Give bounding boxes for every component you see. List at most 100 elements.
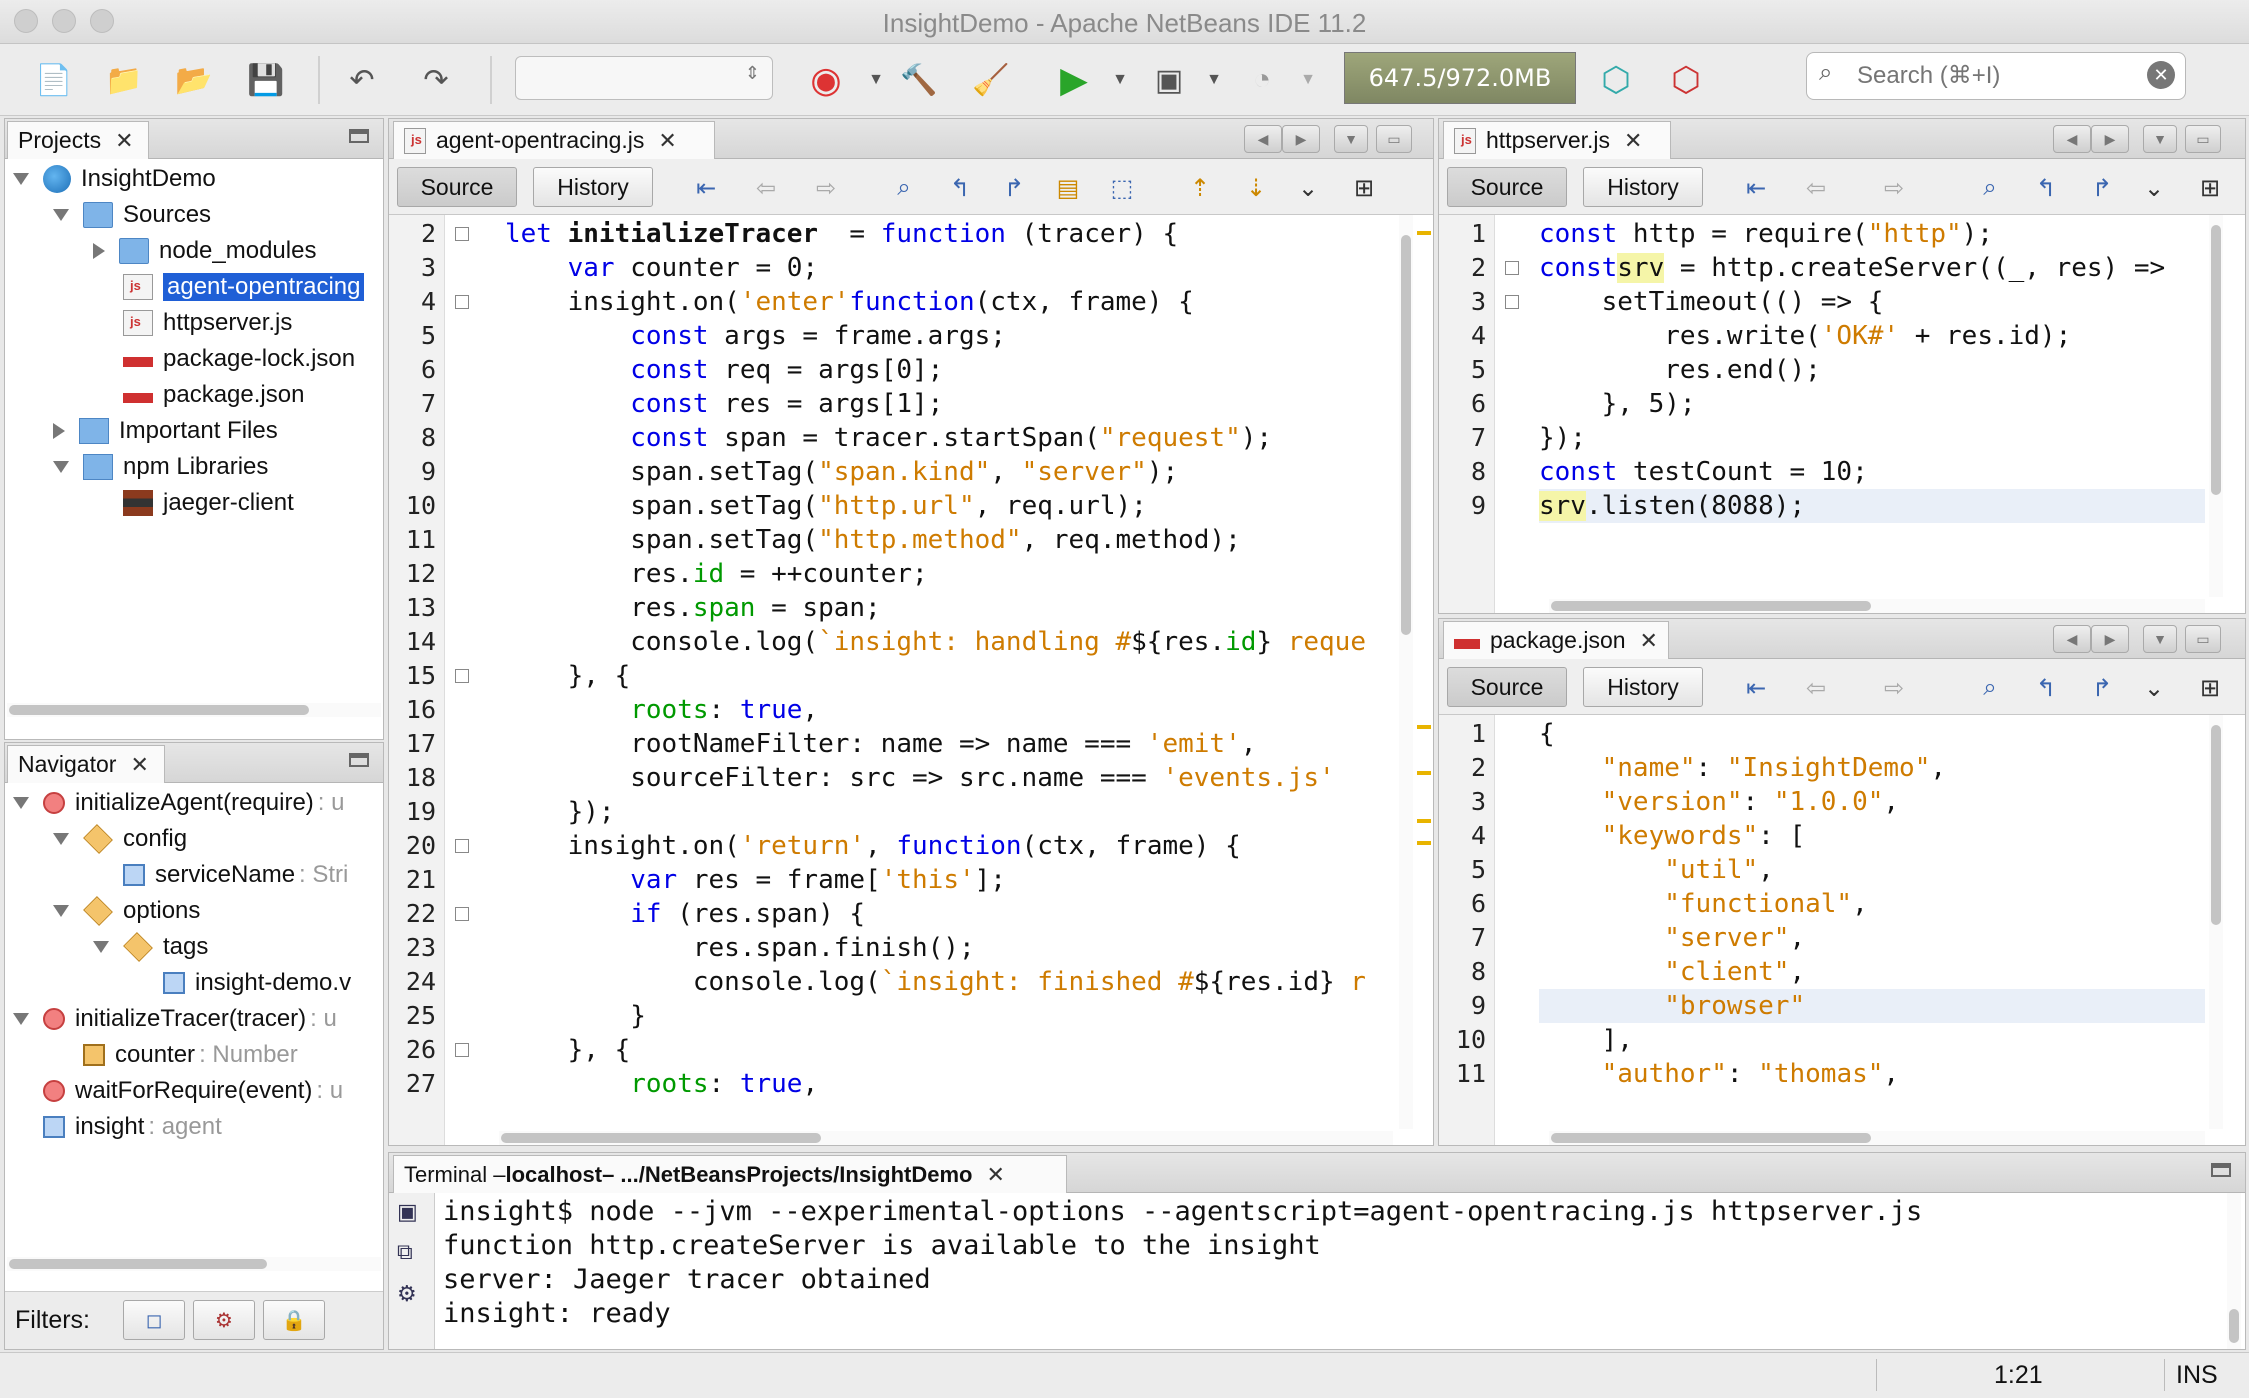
toggle-rect-select-icon[interactable]: ⬚ bbox=[1107, 173, 1137, 203]
minimize-panel-icon[interactable] bbox=[2211, 1163, 2231, 1177]
scroll-tabs-left-button[interactable]: ◀ bbox=[2053, 125, 2091, 153]
tree-item[interactable]: counter: Number bbox=[53, 1037, 298, 1073]
back-icon[interactable]: ⇦ bbox=[1801, 173, 1831, 203]
tree-item[interactable]: Sources bbox=[53, 197, 211, 233]
find-next-icon[interactable]: ↱ bbox=[999, 173, 1029, 203]
terminal-output[interactable]: ▣ ⧉ ⚙ insight$ node --jvm --experimental… bbox=[389, 1193, 2245, 1349]
history-button[interactable]: History bbox=[1583, 667, 1703, 707]
fold-toggle-icon[interactable] bbox=[1505, 261, 1519, 275]
tree-item[interactable]: agent-opentracing bbox=[93, 269, 365, 305]
more-icon[interactable]: ⌄ bbox=[2139, 673, 2169, 703]
tab-package-json[interactable]: package.json ✕ bbox=[1443, 621, 1669, 659]
clear-search-icon[interactable]: ✕ bbox=[2147, 61, 2175, 89]
expand-toggle-icon[interactable] bbox=[13, 797, 29, 809]
prev-bookmark-icon[interactable]: ⇡ bbox=[1185, 173, 1215, 203]
fold-toggle-icon[interactable] bbox=[455, 907, 469, 921]
close-tab-icon[interactable]: ✕ bbox=[658, 128, 676, 154]
vertical-scrollbar[interactable] bbox=[1399, 215, 1413, 1129]
minimize-panel-icon[interactable] bbox=[349, 753, 369, 767]
expand-toggle-icon[interactable] bbox=[53, 423, 65, 439]
back-icon[interactable]: ⇦ bbox=[1801, 673, 1831, 703]
tab-navigator[interactable]: Navigator ✕ bbox=[7, 745, 165, 783]
tree-item[interactable]: initializeAgent(require): u bbox=[13, 785, 344, 821]
tree-item[interactable]: config bbox=[53, 821, 187, 857]
find-previous-icon[interactable]: ↰ bbox=[2031, 173, 2061, 203]
scroll-tabs-right-button[interactable]: ▶ bbox=[1282, 125, 1320, 153]
memory-indicator[interactable]: 647.5/972.0MB bbox=[1344, 52, 1576, 104]
terminal-settings-icon[interactable]: ⚙ bbox=[397, 1281, 417, 1307]
new-file-icon[interactable]: 📄 bbox=[28, 54, 80, 106]
tree-item[interactable]: serviceName: Stri bbox=[93, 857, 348, 893]
more-icon[interactable]: ⌄ bbox=[2139, 173, 2169, 203]
close-tab-icon[interactable]: ✕ bbox=[1640, 628, 1658, 654]
horizontal-scrollbar[interactable] bbox=[1549, 599, 2205, 613]
tree-item[interactable]: node_modules bbox=[93, 233, 316, 269]
expand-toggle-icon[interactable] bbox=[93, 941, 109, 953]
tab-terminal[interactable]: Terminal – localhost – .../NetBeansProje… bbox=[393, 1155, 1067, 1193]
tree-item[interactable]: httpserver.js bbox=[93, 305, 292, 341]
code-area[interactable]: 2 3 4 5 6 7 8 9 10 11 12 13 14 15 16 17 18 19 20 21 22 23 24 25… bbox=[389, 215, 1433, 1145]
split-icon[interactable]: ⊞ bbox=[2195, 673, 2225, 703]
expand-toggle-icon[interactable] bbox=[53, 905, 69, 917]
source-button[interactable]: Source bbox=[1447, 167, 1567, 207]
history-button[interactable]: History bbox=[533, 167, 653, 207]
fold-toggle-icon[interactable] bbox=[1505, 295, 1519, 309]
maximize-window-button[interactable]: ▭ bbox=[2185, 125, 2221, 153]
forward-icon[interactable]: ⇨ bbox=[1879, 673, 1909, 703]
horizontal-scrollbar[interactable] bbox=[1549, 1131, 2205, 1145]
terminal-icon[interactable]: ▣ bbox=[397, 1199, 418, 1225]
back-icon[interactable]: ⇦ bbox=[751, 173, 781, 203]
source-button[interactable]: Source bbox=[397, 167, 517, 207]
last-edit-icon[interactable]: ⇤ bbox=[1741, 673, 1771, 703]
expand-toggle-icon[interactable] bbox=[53, 833, 69, 845]
forward-icon[interactable]: ⇨ bbox=[1879, 173, 1909, 203]
expand-toggle-icon[interactable] bbox=[93, 243, 105, 259]
find-next-icon[interactable]: ↱ bbox=[2087, 673, 2117, 703]
horizontal-scrollbar[interactable] bbox=[499, 1131, 1393, 1145]
fold-toggle-icon[interactable] bbox=[455, 295, 469, 309]
chevron-down-icon[interactable]: ▼ bbox=[1094, 54, 1146, 106]
close-tab-icon[interactable]: ✕ bbox=[1624, 128, 1642, 154]
tree-item[interactable]: Important Files bbox=[53, 413, 278, 449]
tree-item[interactable]: insight: agent bbox=[13, 1109, 222, 1145]
toggle-highlight-icon[interactable]: ▤ bbox=[1053, 173, 1083, 203]
fold-toggle-icon[interactable] bbox=[455, 669, 469, 683]
show-opened-documents-button[interactable]: ▼ bbox=[2143, 625, 2177, 653]
fold-toggle-icon[interactable] bbox=[455, 839, 469, 853]
tree-item[interactable]: package-lock.json bbox=[93, 341, 355, 377]
tab-agent-opentracing[interactable]: agent-opentracing.js✕ bbox=[393, 121, 715, 159]
chevron-down-icon[interactable]: ▼ bbox=[1282, 54, 1334, 106]
vertical-scrollbar[interactable] bbox=[2209, 715, 2223, 1129]
tree-item[interactable]: npm Libraries bbox=[53, 449, 268, 485]
filter-private-button[interactable]: 🔒 bbox=[263, 1300, 325, 1340]
tree-item[interactable]: InsightDemo bbox=[13, 161, 216, 197]
open-project-icon[interactable]: 📂 bbox=[168, 54, 220, 106]
scroll-tabs-right-button[interactable]: ▶ bbox=[2091, 625, 2129, 653]
profile-icon[interactable]: ◔ bbox=[1236, 54, 1288, 106]
maximize-window-button[interactable]: ▭ bbox=[1376, 125, 1412, 153]
gc-profile-icon[interactable]: ⬡ bbox=[1660, 54, 1712, 106]
tab-projects[interactable]: Projects ✕ bbox=[7, 121, 149, 159]
minimize-panel-icon[interactable] bbox=[349, 129, 369, 143]
undo-icon[interactable]: ↶ bbox=[336, 54, 388, 106]
show-opened-documents-button[interactable]: ▼ bbox=[1334, 125, 1368, 153]
code-area[interactable]: 1 2 3 4 5 6 7 8 9 10 11 { "name": "InsightDemo", "… bbox=[1439, 715, 2245, 1145]
scroll-tabs-left-button[interactable]: ◀ bbox=[1244, 125, 1282, 153]
expand-toggle-icon[interactable] bbox=[53, 209, 69, 221]
filter-fields-button[interactable]: ◻ bbox=[123, 1300, 185, 1340]
last-edit-icon[interactable]: ⇤ bbox=[691, 173, 721, 203]
fold-toggle-icon[interactable] bbox=[455, 1043, 469, 1057]
tab-httpserver[interactable]: httpserver.js✕ bbox=[1443, 121, 1671, 159]
more-icon[interactable]: ⌄ bbox=[1293, 173, 1323, 203]
build-icon[interactable]: 🔨 bbox=[893, 54, 945, 106]
history-button[interactable]: History bbox=[1583, 167, 1703, 207]
vertical-scrollbar[interactable] bbox=[2209, 215, 2223, 597]
forward-icon[interactable]: ⇨ bbox=[811, 173, 841, 203]
find-icon[interactable]: ⌕ bbox=[1975, 173, 2005, 203]
show-opened-documents-button[interactable]: ▼ bbox=[2143, 125, 2177, 153]
find-icon[interactable]: ⌕ bbox=[889, 173, 919, 203]
redo-icon[interactable]: ↷ bbox=[410, 54, 462, 106]
expand-toggle-icon[interactable] bbox=[13, 173, 29, 185]
chevron-down-icon[interactable]: ▼ bbox=[1188, 54, 1240, 106]
find-previous-icon[interactable]: ↰ bbox=[945, 173, 975, 203]
